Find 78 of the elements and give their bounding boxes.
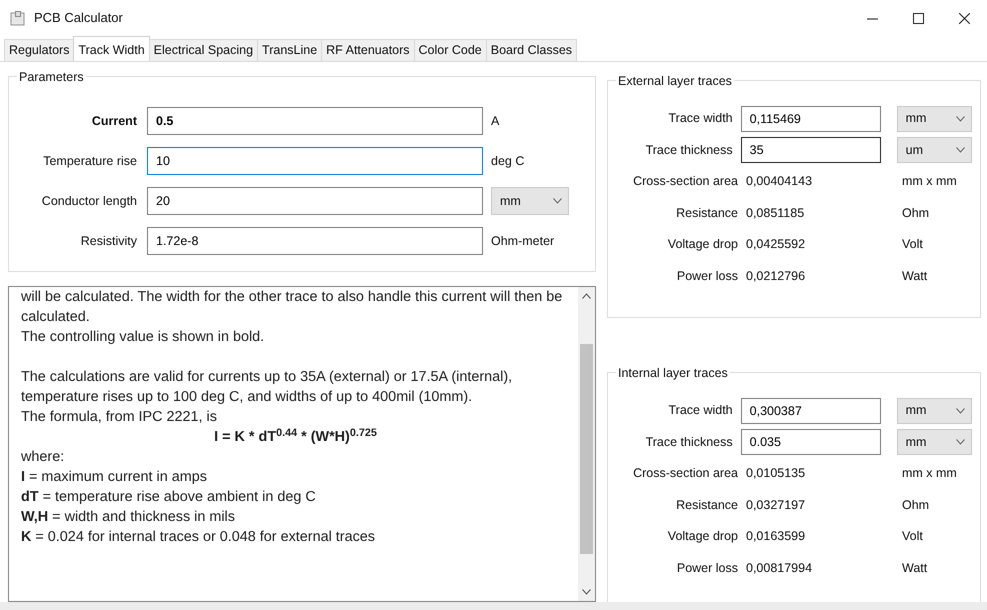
result-value: 0,00404143 [746,173,814,190]
paragraph: dT = temperature rise above ambient in deg C [21,488,317,507]
unit-label: Volt [902,236,923,254]
field-label: Trace width [667,402,734,420]
paragraph: W,H = width and thickness in mils [21,508,236,527]
paragraph: will be calculated. The width for the other trace to also handle this current will then be calculated. [21,288,564,327]
unit-label: Ohm-meter [491,232,554,250]
paragraph: K = 0.024 for internal traces or 0.048 for external traces [21,528,376,547]
unit-label: A [491,112,500,130]
tab[interactable]: Color Code [414,39,487,61]
paragraph: The controlling value is shown in bold. [21,328,266,347]
result-value: 0,00817994 [746,560,814,577]
field-label: Trace thickness [644,142,734,159]
unit-dropdown[interactable]: um [896,137,972,164]
window-title: PCB Calculator [34,9,123,28]
app-icon [10,10,26,26]
chevron-down-icon [956,439,965,446]
field-label: Resistivity [80,232,138,250]
unit-label: Ohm [902,496,930,514]
input-field[interactable]: 0.035 [740,429,881,456]
field-label: Power loss [676,268,739,285]
formula: I = K * dT$^{0.44}$ * (W*H)$^{0.725}$ [213,427,378,447]
field-label: Voltage drop [666,528,739,546]
tab[interactable]: Regulators [4,39,74,61]
scrollbar[interactable] [578,287,595,601]
tab[interactable]: RF Attenuators [321,39,415,61]
scroll-down-icon[interactable] [582,589,591,595]
tab[interactable]: Board Classes [486,39,578,61]
maximize-icon [912,12,924,24]
paragraph: The calculations are valid for currents up to 35A (external) or 17.5A (internal), temperature rises up to 100 deg C, and widths of up to 400mil (10mm). [21,368,514,407]
close-icon [958,12,970,24]
field-label: Temperature rise [42,152,138,170]
field-label: Cross-section area [632,173,739,190]
chevron-down-icon [956,116,965,122]
paragraph: I = maximum current in amps [21,468,208,487]
unit-dropdown[interactable]: mm [896,429,972,456]
result-value: 0,0851185 [746,204,806,222]
unit-dropdown[interactable]: mm [896,398,972,424]
chevron-down-icon [956,147,965,154]
result-value: 0,0212796 [746,268,806,285]
result-value: 0,0105135 [746,465,806,482]
tab[interactable]: Track Width [73,36,150,61]
result-value: 0,0327197 [746,496,806,514]
field-label: Current [90,112,138,130]
input-field[interactable]: 35 [740,137,881,164]
scroll-thumb[interactable] [580,344,593,554]
field-label: Trace thickness [644,434,734,451]
input-field[interactable]: 0.5 [147,107,483,135]
unit-dropdown[interactable]: mm [896,106,972,132]
tab[interactable]: Electrical Spacing [148,39,258,61]
input-field[interactable]: 0,300387 [740,398,881,424]
input-field[interactable]: 1.72e-8 [147,227,483,255]
input-field[interactable]: 20 [147,187,483,215]
scroll-up-icon[interactable] [582,293,591,299]
input-field[interactable]: 10 [147,147,483,175]
unit-dropdown[interactable]: mm [491,187,569,215]
unit-label: Watt [902,560,928,577]
chevron-down-icon [553,198,562,204]
tab[interactable]: TransLine [257,39,322,61]
unit-label: Ohm [902,204,930,222]
paragraph: The formula, from IPC 2221, is [21,408,218,427]
field-label: Conductor length [40,192,138,210]
field-label: Voltage drop [666,236,739,254]
field-label: Resistance [675,496,739,514]
field-label: Power loss [676,560,739,577]
chevron-down-icon [956,408,965,414]
unit-label: Volt [902,528,923,546]
result-value: 0,0163599 [746,528,806,546]
unit-label: deg C [491,152,524,170]
unit-label: Watt [902,268,928,285]
field-label: Resistance [675,204,739,222]
field-label: Cross-section area [632,465,739,482]
unit-label: mm x mm [902,173,957,190]
unit-label: mm x mm [902,465,957,482]
field-label: Trace width [667,110,734,128]
result-value: 0,0425592 [746,236,806,254]
input-field[interactable]: 0,115469 [740,106,881,132]
paragraph: where: [21,448,66,467]
